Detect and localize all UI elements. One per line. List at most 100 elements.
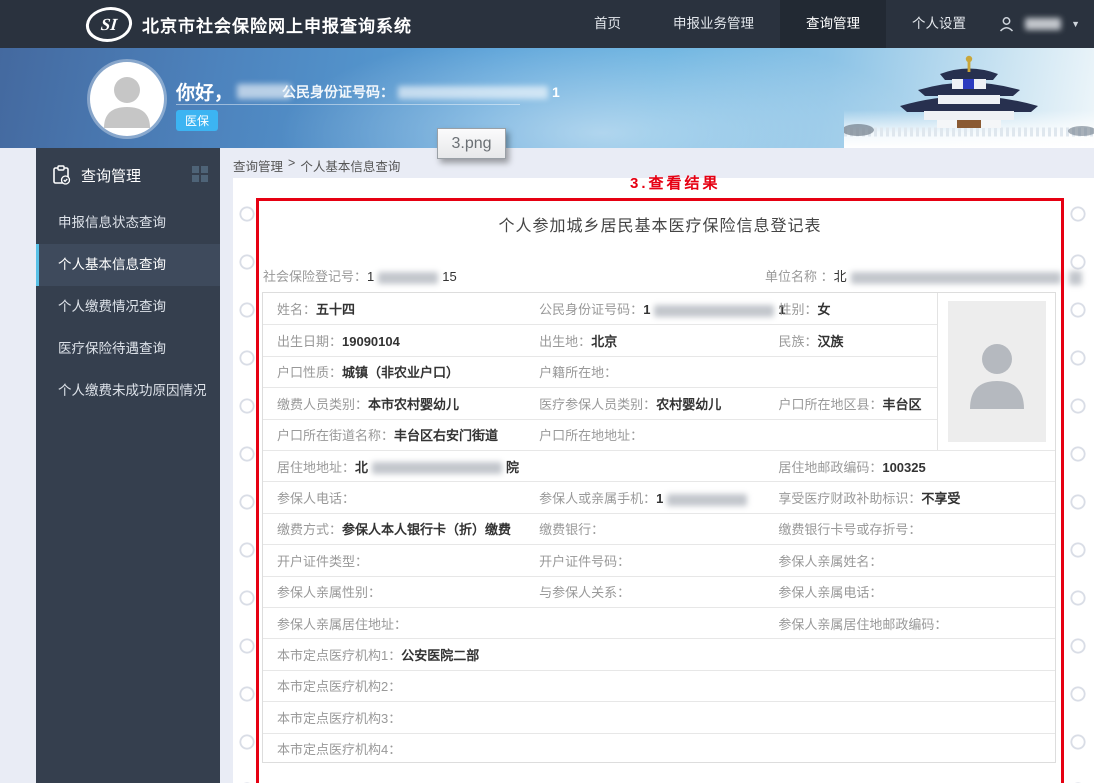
medical-insurance-badge: 医保: [176, 110, 218, 131]
field-label: 民族：: [778, 334, 817, 349]
redacted-char: [1069, 271, 1082, 285]
user-name-redacted: [1025, 18, 1061, 30]
chevron-down-icon: ▼: [1071, 19, 1080, 29]
field-value: 五十四: [316, 302, 355, 317]
nav-item-home[interactable]: 首页: [568, 0, 647, 48]
table-row: 缴费方式：参保人本人银行卡（折）缴费 缴费银行： 缴费银行卡号或存折号：: [263, 513, 1055, 544]
table-row: 参保人电话： 参保人或亲属手机：1 享受医疗财政补助标识：不享受: [263, 481, 1055, 512]
top-navbar: SI 北京市社会保险网上申报查询系统 首页 申报业务管理 查询管理 个人设置 ▼: [0, 0, 1094, 48]
id-number-redacted: [398, 86, 548, 99]
field-label: 与参保人关系：: [539, 585, 630, 600]
nav-item-declaration-management[interactable]: 申报业务管理: [647, 0, 780, 48]
field-label: 公民身份证号码：: [539, 302, 643, 317]
app-logo[interactable]: SI 北京市社会保险网上申报查询系统: [86, 0, 412, 48]
field-label: 户口所在地区县：: [778, 397, 882, 412]
field-label: 参保人或亲属手机：: [539, 491, 656, 506]
breadcrumb-personal-basic-info-query[interactable]: 个人基本信息查询: [300, 156, 400, 175]
app-title: 北京市社会保险网上申报查询系统: [142, 12, 412, 37]
banner-divider: [176, 104, 520, 105]
sidebar-item-medical-benefit-query[interactable]: 医疗保险待遇查询: [36, 328, 220, 370]
form-title: 个人参加城乡居民基本医疗保险信息登记表: [260, 212, 1060, 236]
field-label: 社会保险登记号：: [263, 269, 367, 284]
table-row: 户口性质：城镇（非农业户口） 户籍所在地：: [263, 356, 937, 387]
breadcrumb: 查询管理 > 个人基本信息查询: [233, 156, 400, 175]
table-row: 开户证件类型： 开户证件号码： 参保人亲属姓名：: [263, 544, 1055, 575]
field-label: 本市定点医疗机构2：: [277, 679, 401, 694]
field-label: 户口所在街道名称：: [277, 428, 394, 443]
avatar: [90, 62, 164, 136]
field-label: 本市定点医疗机构1：: [277, 648, 401, 663]
field-label: 缴费人员类别：: [277, 397, 368, 412]
field-label: 享受医疗财政补助标识：: [778, 491, 921, 506]
drag-file-tooltip: 3.png: [437, 128, 506, 159]
table-row: 户口所在街道名称：丰台区右安门街道 户口所在地地址：: [263, 419, 937, 450]
sidebar: 查询管理 申报信息状态查询 个人基本信息查询 个人缴费情况查询 医疗保险待遇查询…: [36, 148, 220, 783]
field-label: 户口所在地地址：: [539, 428, 643, 443]
table-row: 参保人亲属居住地址： 参保人亲属居住地邮政编码：: [263, 607, 1055, 638]
user-menu[interactable]: ▼: [990, 0, 1088, 48]
field-value: 100325: [882, 460, 925, 475]
user-banner: 你好， 公民身份证号码：1 医保: [0, 48, 1094, 148]
field-value: 女: [817, 302, 830, 317]
field-label: 医疗参保人员类别：: [539, 397, 656, 412]
field-value: 汉族: [817, 334, 843, 349]
app-window: SI 北京市社会保险网上申报查询系统 首页 申报业务管理 查询管理 个人设置 ▼: [0, 0, 1094, 783]
table-row: 本市定点医疗机构1：公安医院二部: [263, 638, 1055, 669]
field-label: 缴费方式：: [277, 522, 342, 537]
temple-of-heaven-image: [844, 48, 1094, 148]
field-label: 出生地：: [539, 334, 591, 349]
field-label: 户籍所在地：: [539, 365, 617, 380]
greeting-text: 你好，: [176, 78, 295, 105]
photo-cell: [937, 293, 1055, 450]
field-label: 参保人亲属姓名：: [778, 554, 882, 569]
sidebar-item-personal-basic-info-query[interactable]: 个人基本信息查询: [36, 244, 220, 286]
field-label: 居住地邮政编码：: [778, 460, 882, 475]
field-label: 开户证件类型：: [277, 554, 368, 569]
table-row: 姓名：五十四 公民身份证号码：11 性别：女: [263, 293, 937, 324]
table-section-full: 居住地地址：北院 居住地邮政编码：100325 参保人电话： 参保人或亲属手机：…: [263, 450, 1055, 764]
table-row: 本市定点医疗机构4：: [263, 733, 1055, 764]
main-nav: 首页 申报业务管理 查询管理 个人设置: [568, 0, 992, 48]
field-value: 北京: [591, 334, 617, 349]
table-section-with-photo: 姓名：五十四 公民身份证号码：11 性别：女 出生日期：19090104 出生地…: [263, 293, 1055, 450]
field-label: 缴费银行：: [539, 522, 604, 537]
citizen-id-line: 公民身份证号码：1: [282, 82, 560, 102]
registration-row: 社会保险登记号：115 单位名称 ：北: [263, 266, 1073, 285]
field-label: 姓名：: [277, 302, 316, 317]
field-label: 参保人亲属居住地址：: [277, 617, 407, 632]
table-row: 本市定点医疗机构3：: [263, 701, 1055, 732]
registration-form-table: 姓名：五十四 公民身份证号码：11 性别：女 出生日期：19090104 出生地…: [262, 292, 1056, 763]
annotation-step-label: 3.查看结果: [630, 172, 721, 193]
sidebar-header-query-management[interactable]: 查询管理: [36, 148, 220, 202]
table-row: 缴费人员类别：本市农村婴幼儿 医疗参保人员类别：农村婴幼儿 户口所在地区县：丰台…: [263, 387, 937, 418]
field-value: 公安医院二部: [401, 648, 479, 663]
field-value: 农村婴幼儿: [656, 397, 721, 412]
redacted-text: [372, 462, 502, 474]
field-label: 参保人亲属电话：: [778, 585, 882, 600]
clipboard-check-icon: [52, 165, 71, 185]
field-label: 本市定点医疗机构4：: [277, 742, 401, 757]
field-label: 参保人亲属居住地邮政编码：: [778, 617, 947, 632]
field-label: 参保人电话：: [277, 491, 355, 506]
photo-placeholder: [948, 301, 1046, 442]
decor-rings-left: [239, 190, 255, 783]
sidebar-item-personal-payment-query[interactable]: 个人缴费情况查询: [36, 286, 220, 328]
field-label: 出生日期：: [277, 334, 342, 349]
sidebar-item-declaration-status-query[interactable]: 申报信息状态查询: [36, 202, 220, 244]
breadcrumb-query-management[interactable]: 查询管理: [233, 156, 283, 175]
grid-menu-icon[interactable]: [192, 166, 208, 182]
field-value: 丰台区: [882, 397, 921, 412]
redacted-text: [378, 272, 438, 284]
field-label: 居住地地址：: [277, 460, 355, 475]
nav-item-query-management[interactable]: 查询管理: [780, 0, 886, 48]
sidebar-item-payment-failure-reason[interactable]: 个人缴费未成功原因情况: [36, 370, 220, 412]
field-label: 本市定点医疗机构3：: [277, 711, 401, 726]
field-label: 性别：: [778, 302, 817, 317]
field-value: 本市农村婴幼儿: [368, 397, 459, 412]
redacted-text: [667, 494, 747, 506]
table-row: 居住地地址：北院 居住地邮政编码：100325: [263, 450, 1055, 481]
table-row: 本市定点医疗机构2：: [263, 670, 1055, 701]
field-label: 单位名称 ：: [765, 269, 834, 284]
breadcrumb-separator: >: [288, 156, 295, 175]
nav-item-personal-settings[interactable]: 个人设置: [886, 0, 992, 48]
